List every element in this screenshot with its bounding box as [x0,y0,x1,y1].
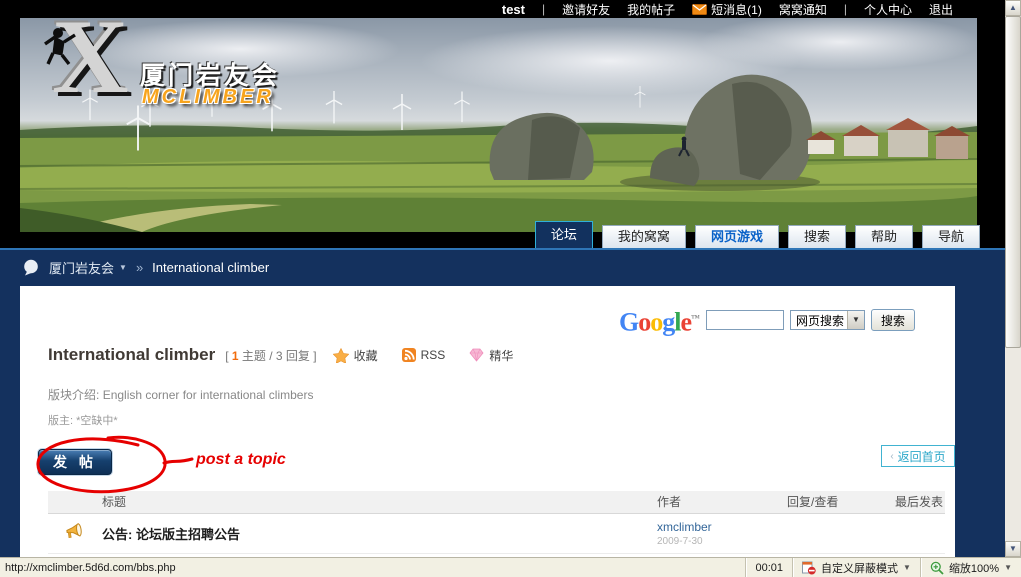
breadcrumb-current: International climber [152,260,269,275]
timer-value: 00:01 [755,562,783,574]
separator: | [844,2,847,16]
header-title: 标题 [100,491,655,513]
topic-count: 1 [232,349,239,363]
favorite-label: 收藏 [354,347,378,364]
chevron-down-icon: ▼ [119,263,127,272]
messages-link[interactable]: 短消息(1) [692,1,762,18]
rss-label: RSS [421,348,446,362]
scroll-up-button[interactable]: ▲ [1005,0,1021,16]
profile-link[interactable]: 个人中心 [864,1,912,18]
dropdown-arrow-icon: ▼ [903,563,911,572]
header-replies-views: 回复/查看 [785,491,875,513]
main-area: 厦门岩友会 ▼ » International climber Google™ … [0,248,1005,577]
search-input[interactable] [706,310,784,330]
google-search-bar: Google™ 网页搜索 ▼ 搜索 [20,286,955,332]
breadcrumb-root-label: 厦门岩友会 [49,258,114,277]
magnifier-icon [930,561,944,575]
table-header-row: 标题 作者 回复/查看 最后发表 [48,491,945,513]
tab-web-games[interactable]: 网页游戏 [695,225,779,248]
breadcrumb: 厦门岩友会 ▼ » International climber [0,250,1005,284]
envelope-icon [692,4,707,15]
logo-english-name: MCLIMBER [142,86,274,109]
back-home-label: 返回首页 [898,448,946,465]
tab-forum[interactable]: 论坛 [535,221,593,248]
breadcrumb-root[interactable]: 厦门岩友会 ▼ [49,258,127,277]
tab-search[interactable]: 搜索 [788,225,846,248]
speech-bubble-icon [22,259,40,276]
topbar: test | 邀请好友 我的帖子 短消息(1) 窝窝通知 | 个人中心 退出 [0,0,1005,18]
content-block-mode-dropdown[interactable]: 自定义屏蔽模式 ▼ [792,558,920,577]
banner-photo: X 厦门岩友会 MCLIMBER [20,18,977,232]
rss-link[interactable]: RSS [402,348,446,362]
status-bar: http://xmclimber.5d6d.com/bbs.php 00:01 … [0,557,1021,577]
vertical-scrollbar: ▲ ▼ [1005,0,1021,557]
replies-views [785,513,875,553]
post-a-topic-annotation: post a topic [196,451,286,469]
rss-icon [402,348,416,362]
left-arrow-icon: ‹ [890,451,893,462]
climber-silhouette-icon [44,26,78,70]
search-mode-select[interactable]: 网页搜索 ▼ [790,310,865,330]
banner: X 厦门岩友会 MCLIMBER 论坛 我的窝窝 网页游戏 搜索 帮助 导航 [0,18,1005,248]
invite-friends-link[interactable]: 邀请好友 [562,1,610,18]
zoom-dropdown[interactable]: 缩放100% ▼ [920,558,1021,577]
username: test [502,2,525,17]
digest-link[interactable]: 精华 [469,347,513,364]
actions-row: 发 帖 post a topic ‹ 返回首页 [20,435,955,487]
favorite-link[interactable]: 收藏 [333,347,378,364]
forum-moderator: 版主: *空缺中* [48,412,955,425]
star-icon [333,348,349,363]
gem-icon [469,348,484,362]
block-mode-icon [802,561,816,575]
tab-navigation[interactable]: 导航 [922,225,980,248]
google-logo: Google™ [619,306,700,335]
status-timer: 00:01 [745,558,792,577]
intro-text: English corner for international climber… [103,388,314,402]
back-home-button[interactable]: ‹ 返回首页 [881,445,955,467]
scrollbar-thumb[interactable] [1005,16,1021,348]
village-houses [806,118,970,159]
status-url: http://xmclimber.5d6d.com/bbs.php [0,562,745,574]
block-mode-label: 自定义屏蔽模式 [821,560,898,576]
post-date: 2009-7-30 [657,536,783,547]
post-topic-button[interactable]: 发 帖 [38,449,112,475]
moderator-label: 版主: [48,415,73,427]
separator: | [542,2,545,16]
scroll-down-button[interactable]: ▼ [1005,541,1021,557]
zoom-label: 缩放100% [949,560,999,576]
topic-title-link[interactable]: 公告: 论坛版主招聘公告 [102,527,240,542]
moderator-value: *空缺中* [76,415,118,427]
forum-title-row: International climber [ 1 主题 / 3 回复 ] 收藏 [48,344,955,366]
messages-label: 短消息(1) [711,1,762,18]
trademark-symbol: ™ [691,313,700,323]
logout-link[interactable]: 退出 [929,1,953,18]
forum-stats: [ 1 主题 / 3 回复 ] [225,347,316,364]
search-mode-value: 网页搜索 [791,312,847,329]
last-post [875,513,945,553]
browser-viewport: test | 邀请好友 我的帖子 短消息(1) 窝窝通知 | 个人中心 退出 [0,0,1021,577]
main-tabs: 论坛 我的窝窝 网页游戏 搜索 帮助 导航 [535,221,980,248]
forum-intro: 版块介绍: English corner for international c… [48,386,955,400]
site-logo[interactable]: X 厦门岩友会 MCLIMBER [34,20,294,120]
table-row: 公告: 论坛版主招聘公告 xmclimber 2009-7-30 [48,513,945,553]
select-arrow-icon: ▼ [847,311,864,329]
header-author: 作者 [655,491,785,513]
search-button[interactable]: 搜索 [871,309,915,331]
my-posts-link[interactable]: 我的帖子 [627,1,675,18]
dropdown-arrow-icon: ▼ [1004,563,1012,572]
forum-title: International climber [48,345,215,365]
megaphone-icon [65,523,84,540]
tab-help[interactable]: 帮助 [855,225,913,248]
breadcrumb-arrow: » [136,260,143,275]
tab-my-space[interactable]: 我的窝窝 [602,225,686,248]
intro-label: 版块介绍: [48,388,99,402]
header-last-post: 最后发表 [875,491,945,513]
header-icon-spacer [48,491,100,513]
notices-link[interactable]: 窝窝通知 [779,1,827,18]
content-panel: Google™ 网页搜索 ▼ 搜索 International climber … [20,286,955,577]
author-link[interactable]: xmclimber [657,520,783,534]
digest-label: 精华 [489,347,513,364]
